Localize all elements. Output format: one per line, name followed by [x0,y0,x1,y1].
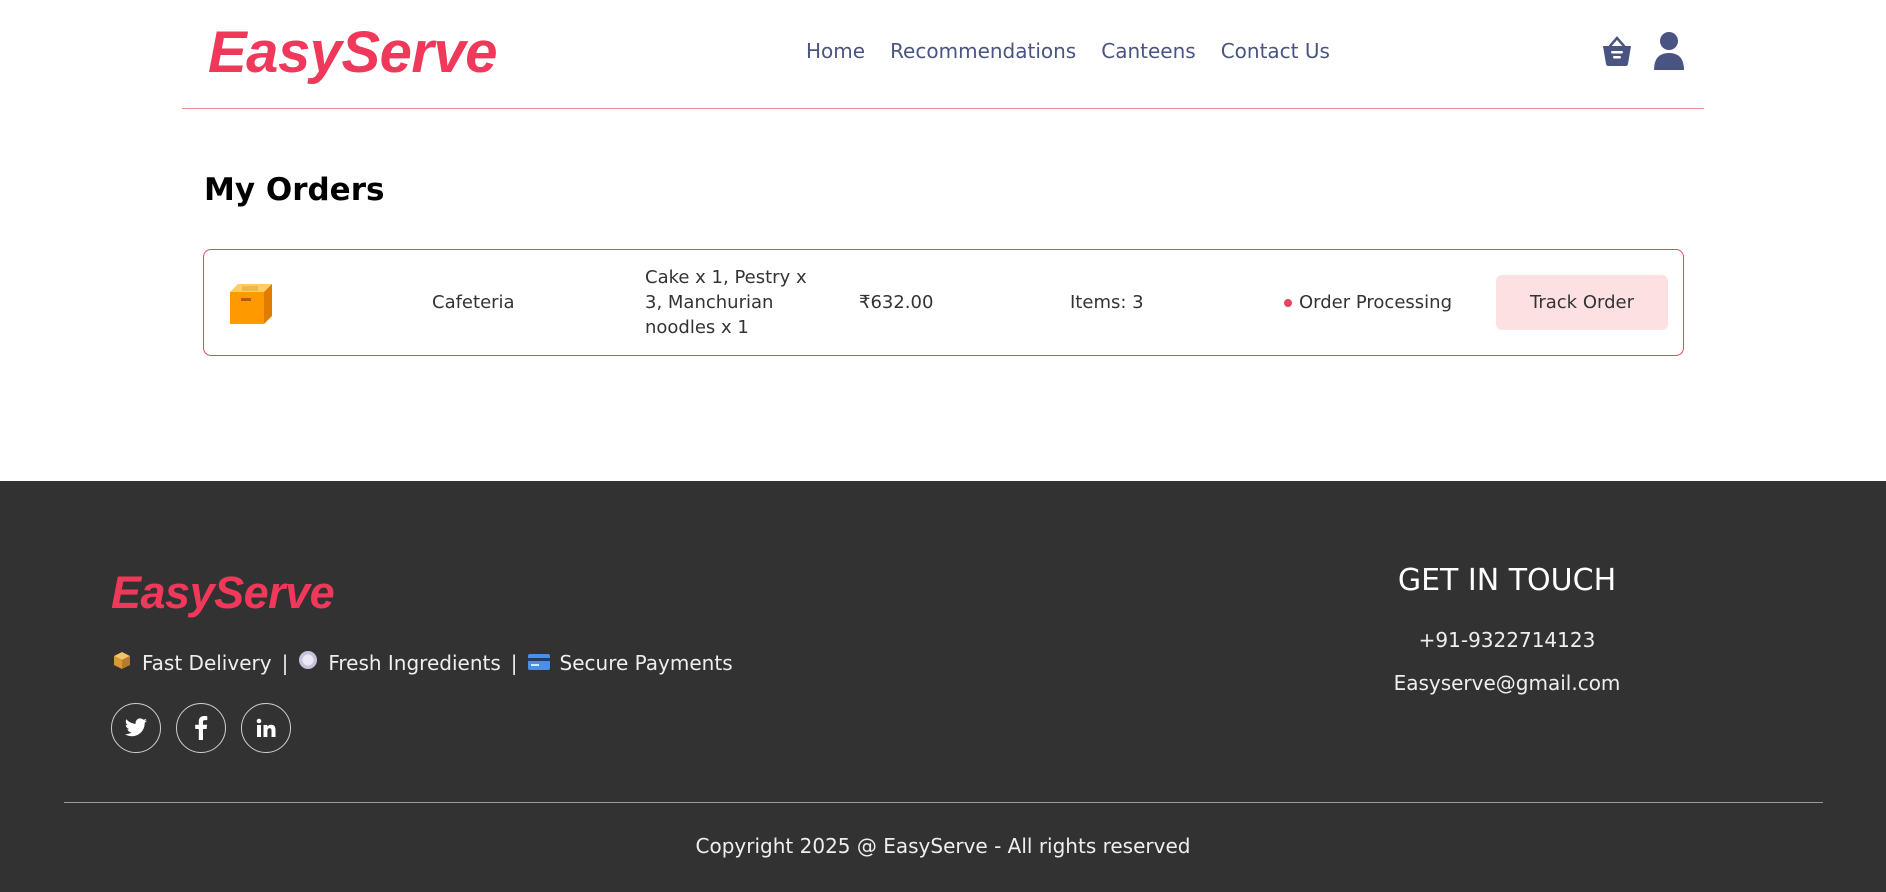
page-title: My Orders [204,172,385,208]
order-card: Cafeteria Cake x 1, Pestry x 3, Manchuri… [203,249,1684,356]
status-label: Order Processing [1299,292,1452,313]
main-nav: Home Recommendations Canteens Contact Us [806,38,1330,64]
footer-divider [64,802,1823,803]
status-dot-icon [1284,298,1292,307]
package-icon [112,650,132,676]
social-links [111,703,291,753]
nav-contact-us[interactable]: Contact Us [1221,38,1330,64]
order-item-count: Items: 3 [1070,292,1144,313]
track-order-button[interactable]: Track Order [1496,275,1668,330]
basket-icon[interactable] [1598,30,1636,72]
contact-heading: GET IN TOUCH [1397,563,1617,598]
order-canteen: Cafeteria [432,292,515,313]
brand-logo[interactable]: EasyServe [208,20,497,86]
order-items: Cake x 1, Pestry x 3, Manchurian noodles… [645,267,807,338]
nav-recommendations[interactable]: Recommendations [890,38,1076,64]
user-icon[interactable] [1650,30,1688,72]
order-price: ₹632.00 [859,292,934,313]
copyright-text: Copyright 2025 @ EasyServe - All rights … [695,834,1191,858]
plate-icon [298,650,318,676]
package-box-icon [226,280,274,328]
separator: | [510,651,518,675]
feature-fresh-ingredients: Fresh Ingredients [298,650,501,676]
feature-label: Fresh Ingredients [328,651,501,675]
contact-email[interactable]: Easyserve@gmail.com [1300,670,1714,696]
feature-list: Fast Delivery | Fresh Ingredients | Secu… [112,650,733,676]
header-actions [1598,30,1688,72]
credit-card-icon [527,650,550,676]
linkedin-icon[interactable] [241,703,291,753]
order-status: Order Processing [1284,290,1452,315]
feature-label: Fast Delivery [142,651,272,675]
site-header: EasyServe Home Recommendations Canteens … [182,0,1704,109]
separator: | [281,651,289,675]
nav-home[interactable]: Home [806,38,865,64]
footer-logo: EasyServe [111,567,335,618]
contact-phone[interactable]: +91-9322714123 [1300,627,1714,653]
nav-canteens[interactable]: Canteens [1101,38,1195,64]
site-footer: EasyServe Fast Delivery | Fresh Ingredie… [0,481,1886,892]
facebook-icon[interactable] [176,703,226,753]
feature-label: Secure Payments [559,651,733,675]
feature-secure-payments: Secure Payments [527,650,733,676]
feature-fast-delivery: Fast Delivery [112,650,272,676]
twitter-icon[interactable] [111,703,161,753]
